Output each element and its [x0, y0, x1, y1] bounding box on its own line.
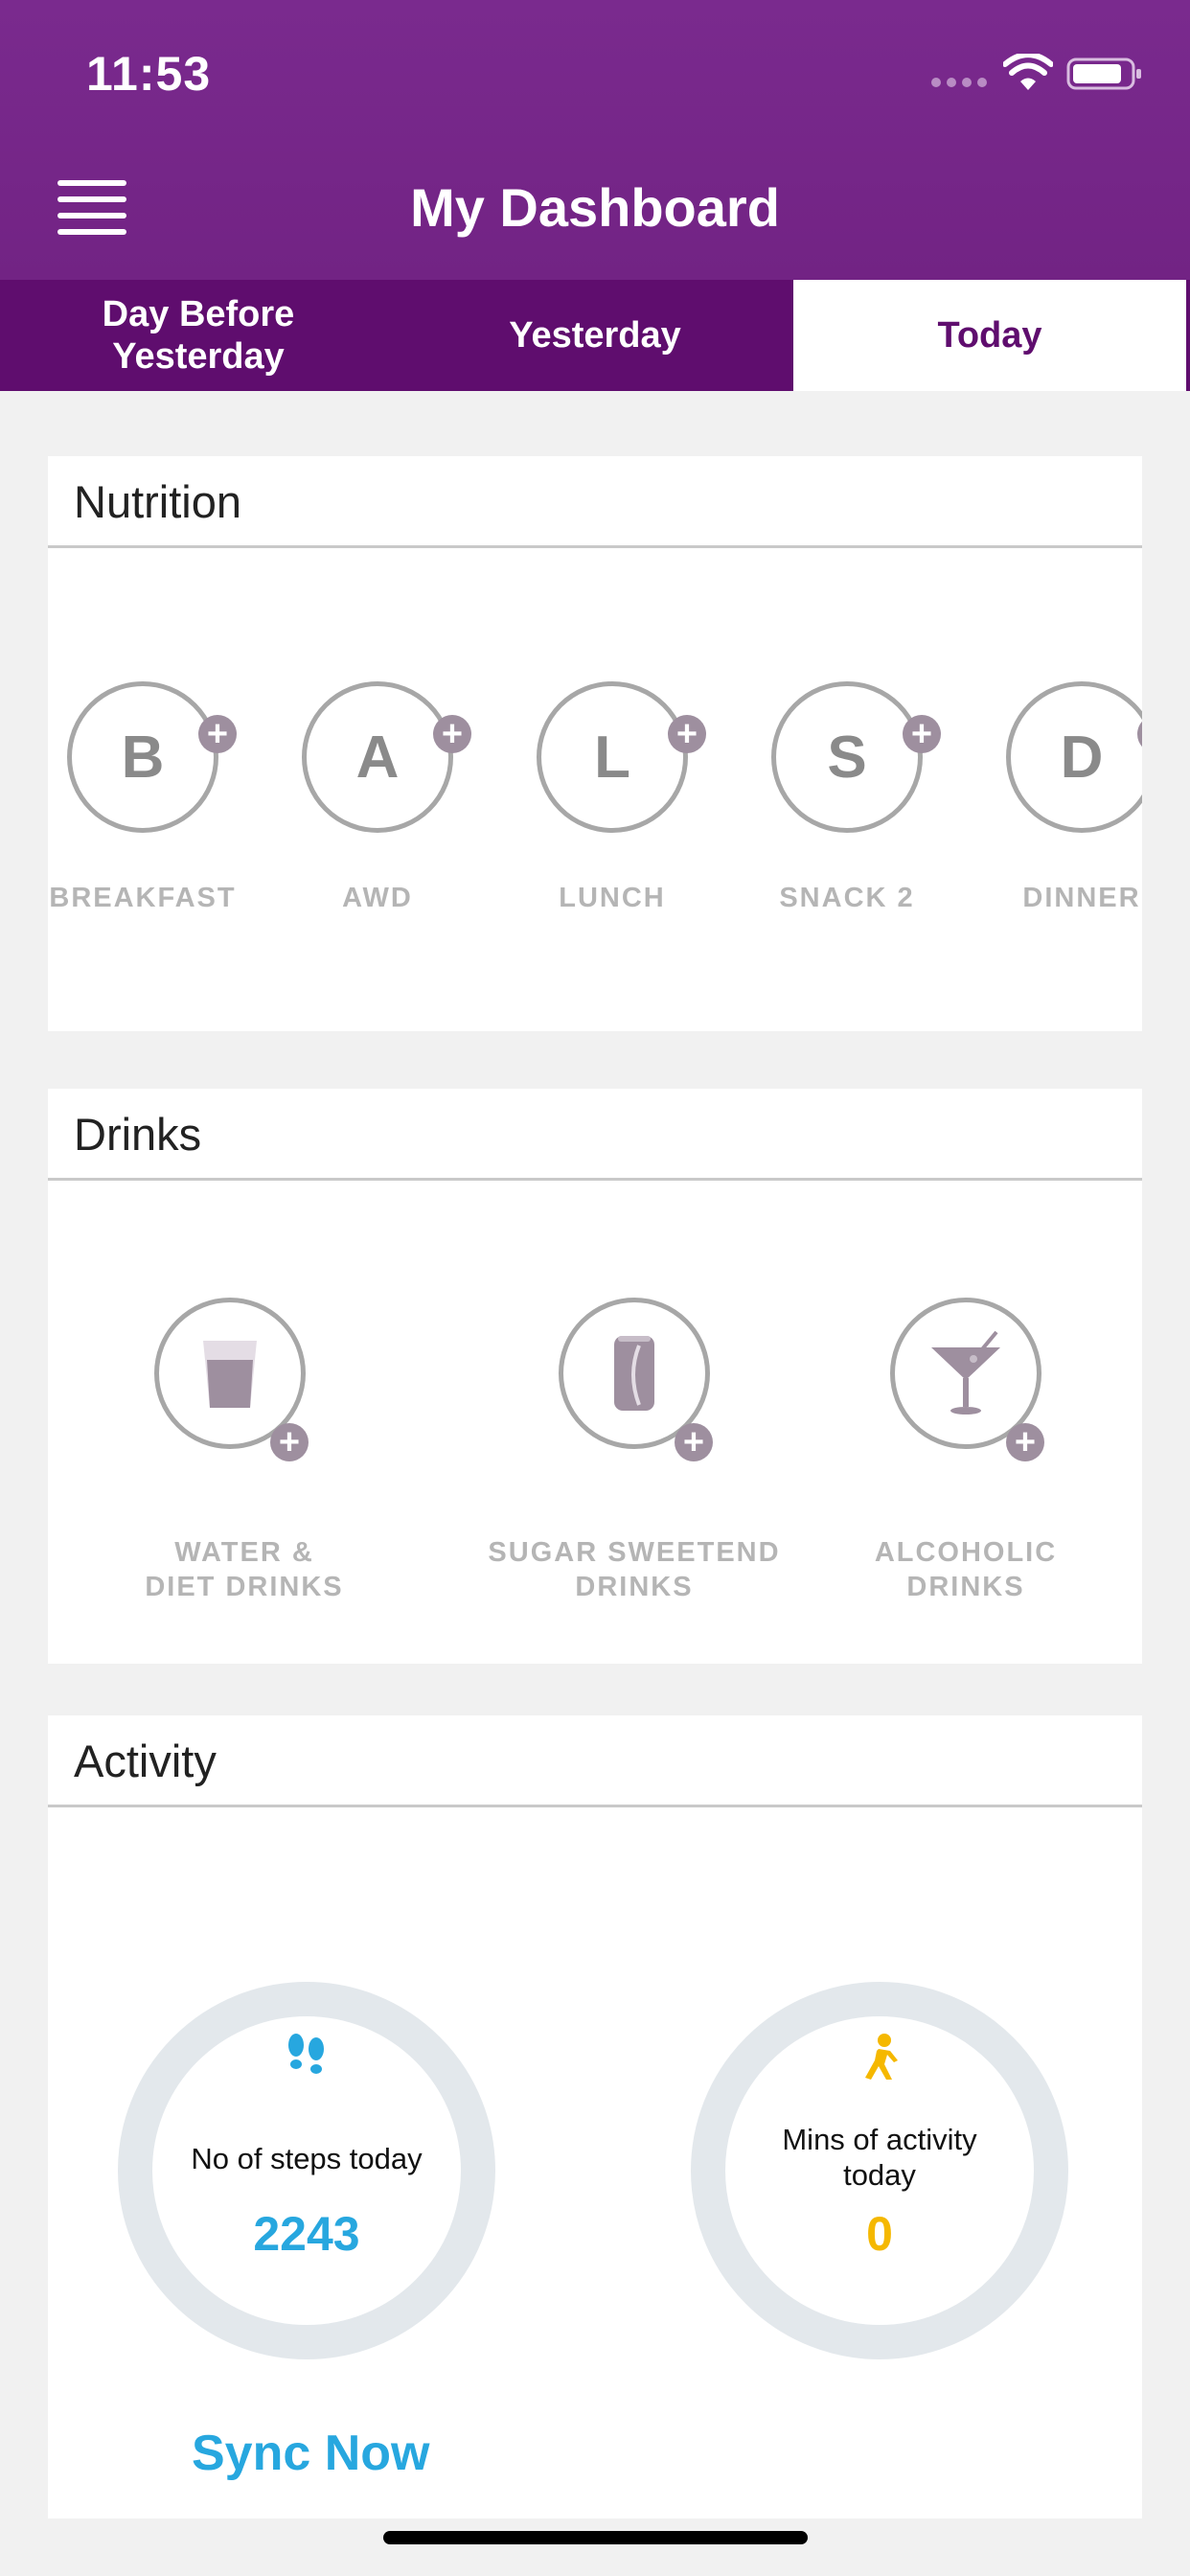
drinks-title: Drinks — [48, 1089, 1142, 1181]
drink-label-line: SUGAR SWEETEND — [488, 1537, 781, 1568]
status-time: 11:53 — [86, 47, 212, 101]
meal-letter: D — [1060, 724, 1104, 791]
meal-letter: S — [827, 724, 867, 791]
activity-title: Activity — [48, 1715, 1142, 1807]
meal-label: SNACK 2 — [779, 883, 915, 913]
meal-label: AWD — [342, 883, 413, 913]
tab-yesterday[interactable]: Yesterday — [397, 280, 793, 391]
meal-label: LUNCH — [559, 883, 666, 913]
drink-label: ALCOHOLIC DRINKS — [851, 1535, 1081, 1604]
meal-lunch-button[interactable]: L + — [537, 681, 706, 833]
add-plus-icon[interactable]: + — [198, 715, 237, 753]
cocktail-icon — [931, 1330, 1000, 1414]
meal-letter: B — [121, 724, 165, 791]
meal-breakfast-button[interactable]: B + — [67, 681, 237, 833]
add-plus-icon[interactable]: + — [903, 715, 941, 753]
meal-snack-2-button[interactable]: S + — [771, 681, 941, 833]
tab-today[interactable]: Today — [793, 280, 1190, 391]
battery-icon — [1066, 58, 1141, 90]
drink-alcohol[interactable]: + ALCOHOLIC DRINKS — [851, 1298, 1081, 1604]
app-header: 11:53 My Dashboard — [0, 0, 1190, 280]
drink-label: WATER & DIET DRINKS — [86, 1535, 402, 1604]
day-tabs: Day Before Yesterday Yesterday Today — [0, 280, 1190, 391]
drink-label: SUGAR SWEETEND DRINKS — [443, 1535, 826, 1604]
sync-now-button[interactable]: Sync Now — [192, 2425, 430, 2482]
minutes-value: 0 — [866, 2207, 893, 2261]
drink-water-button[interactable]: + — [154, 1298, 309, 1461]
soda-can-icon — [614, 1336, 654, 1411]
running-person-icon — [865, 2034, 898, 2080]
meal-dinner[interactable]: D + DINNER — [986, 681, 1142, 914]
add-plus-icon[interactable]: + — [270, 1423, 309, 1461]
meal-awd-button[interactable]: A + — [302, 681, 471, 833]
drink-alcohol-button[interactable]: + — [890, 1298, 1044, 1461]
tab-day-before-yesterday[interactable]: Day Before Yesterday — [0, 280, 397, 391]
steps-ring: No of steps today 2243 — [118, 1982, 495, 2359]
tab-label: Day Before Yesterday — [102, 294, 295, 377]
meal-snack-2[interactable]: S + SNACK 2 — [751, 681, 943, 914]
meal-breakfast[interactable]: B + BREAKFAST — [48, 681, 239, 914]
glass-icon — [203, 1341, 257, 1408]
tab-label: Yesterday — [509, 315, 681, 356]
status-bar: 11:53 — [0, 0, 1190, 144]
drink-water[interactable]: + WATER & DIET DRINKS — [86, 1298, 402, 1604]
activity-card: Activity No of steps today 2243 Mins of … — [48, 1715, 1142, 2518]
nutrition-title: Nutrition — [48, 456, 1142, 548]
cellular-signal-icon — [931, 78, 987, 87]
add-plus-icon[interactable]: + — [1006, 1423, 1044, 1461]
add-plus-icon[interactable]: + — [433, 715, 471, 753]
tab-label: Today — [937, 315, 1042, 356]
drink-sugar[interactable]: + SUGAR SWEETEND DRINKS — [443, 1298, 826, 1604]
drinks-card: Drinks + WATER & DIET DRINKS + SUGAR SWE… — [48, 1089, 1142, 1664]
minutes-label-line: today — [843, 2158, 916, 2192]
nutrition-card: Nutrition B + BREAKFAST A + AWD L + LUNC… — [48, 456, 1142, 1031]
meal-label: BREAKFAST — [49, 883, 237, 913]
drink-label-line: DRINKS — [575, 1572, 694, 1602]
page-title: My Dashboard — [410, 177, 780, 238]
meal-letter: L — [594, 724, 630, 791]
drink-label-line: DIET DRINKS — [145, 1572, 344, 1602]
footprints-icon — [288, 2034, 324, 2074]
minutes-label-line: Mins of activity — [782, 2123, 977, 2156]
minutes-label: Mins of activity today — [725, 2122, 1034, 2193]
meal-label: DINNER — [1022, 883, 1141, 913]
meal-awd[interactable]: A + AWD — [282, 681, 473, 914]
drink-sugar-button[interactable]: + — [559, 1298, 713, 1461]
add-plus-icon[interactable]: + — [675, 1423, 713, 1461]
meal-dinner-button[interactable]: D + — [1006, 681, 1142, 833]
add-plus-icon[interactable]: + — [1137, 715, 1142, 753]
wifi-icon — [1003, 54, 1053, 90]
drink-label-line: WATER & — [174, 1537, 314, 1568]
activity-minutes-ring: Mins of activity today 0 — [691, 1982, 1068, 2359]
meal-lunch[interactable]: L + LUNCH — [516, 681, 708, 914]
add-plus-icon[interactable]: + — [668, 715, 706, 753]
steps-label: No of steps today — [191, 2142, 423, 2175]
meal-letter: A — [355, 724, 400, 791]
drink-label-line: DRINKS — [906, 1572, 1025, 1602]
home-indicator[interactable] — [383, 2531, 808, 2544]
drink-label-line: ALCOHOLIC — [874, 1537, 1058, 1568]
steps-value: 2243 — [253, 2207, 360, 2261]
